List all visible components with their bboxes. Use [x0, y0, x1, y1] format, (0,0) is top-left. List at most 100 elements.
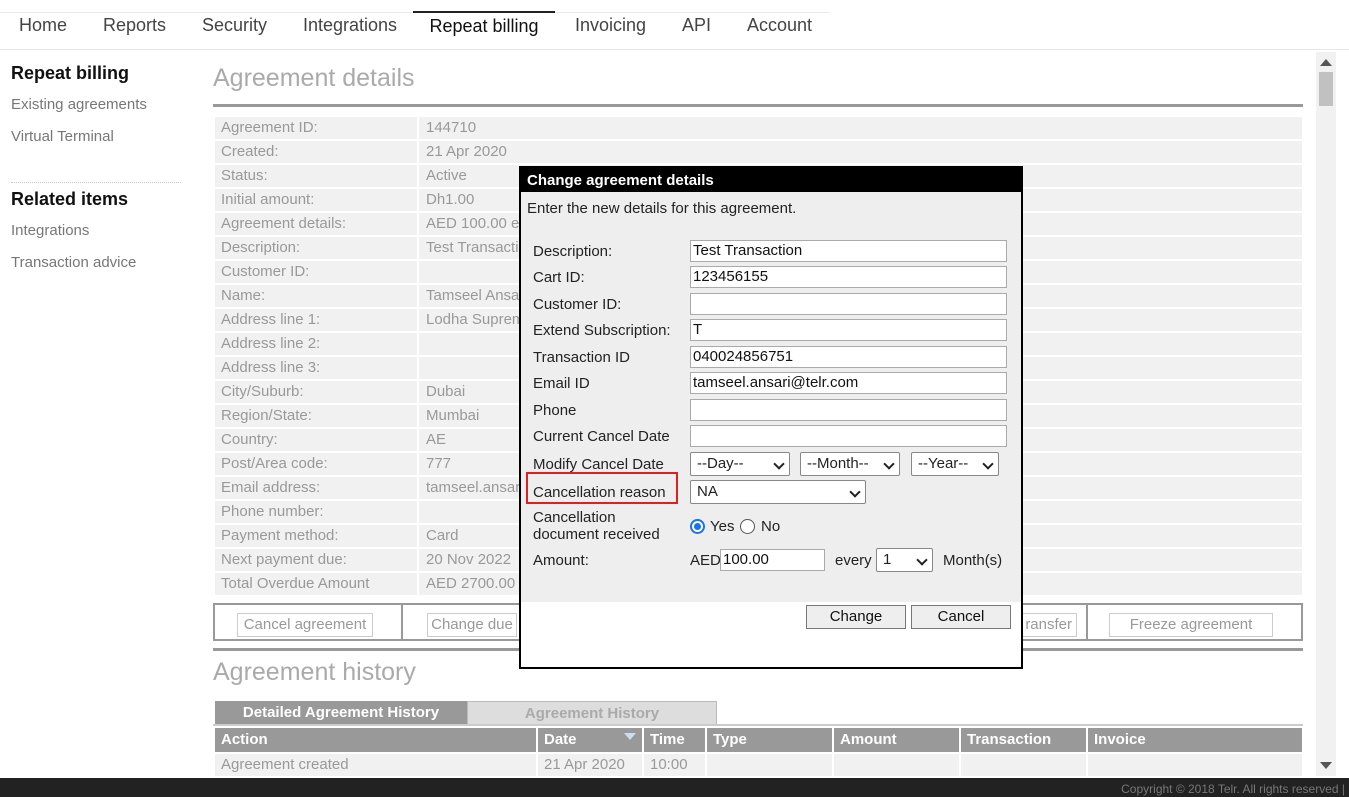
cancellation-reason-label: Cancellation reason — [533, 484, 666, 501]
page-scrollbar[interactable] — [1316, 52, 1336, 776]
cancellation-document-label-2: document received — [533, 526, 660, 543]
day-select[interactable]: --Day-- — [690, 452, 790, 476]
tab-repeat-billing[interactable]: Repeat billing — [413, 11, 555, 48]
chevron-down-icon — [773, 458, 785, 470]
detail-label: City/Suburb: — [215, 381, 417, 403]
detail-row: Agreement ID: 144710 — [215, 117, 1302, 139]
detail-label: Initial amount: — [215, 189, 417, 211]
email-id-label: Email ID — [533, 375, 590, 392]
cart-id-field[interactable]: 123456155 — [690, 266, 1007, 288]
extend-subscription-field[interactable]: T — [690, 319, 1007, 341]
current-cancel-date-field[interactable] — [690, 425, 1007, 447]
currency-label: AED — [690, 552, 721, 569]
customer-id-label: Customer ID: — [533, 296, 622, 313]
transaction-id-field[interactable]: 040024856751 — [690, 346, 1007, 368]
sidebar-item-existing-agreements[interactable]: Existing agreements — [11, 96, 147, 113]
column-header-date[interactable]: Date — [538, 728, 642, 752]
extend-subscription-label: Extend Subscription: — [533, 322, 671, 339]
customer-id-field[interactable] — [690, 293, 1007, 315]
yes-radio[interactable] — [690, 519, 705, 534]
chevron-down-icon — [916, 554, 928, 566]
column-header-invoice[interactable]: Invoice — [1088, 728, 1302, 752]
freeze-agreement-button[interactable]: Freeze agreement — [1109, 613, 1273, 637]
column-header-date-label: Date — [544, 731, 577, 748]
detail-label: Total Overdue Amount — [215, 573, 417, 595]
footer: Copyright © 2018 Telr. All rights reserv… — [0, 778, 1349, 797]
detail-value: 21 Apr 2020 — [419, 141, 1302, 163]
actions-separator — [1086, 605, 1088, 639]
no-radio-label: No — [761, 518, 781, 535]
cancel-button[interactable]: Cancel — [911, 605, 1011, 629]
history-cell-transaction — [961, 754, 1086, 776]
phone-field[interactable] — [690, 399, 1007, 421]
description-label: Description: — [533, 243, 613, 260]
detail-label: Name: — [215, 285, 417, 307]
tab-security[interactable]: Security — [202, 13, 267, 50]
tab-integrations[interactable]: Integrations — [303, 13, 397, 50]
amount-field[interactable]: 100.00 — [720, 549, 825, 571]
change-agreement-dialog: Change agreement details Enter the new d… — [519, 166, 1023, 669]
every-label: every — [835, 552, 872, 569]
transfer-button[interactable]: ransfer — [1021, 613, 1077, 637]
sort-desc-icon — [624, 733, 636, 740]
month-select[interactable]: --Month-- — [800, 452, 900, 476]
scroll-up-icon[interactable] — [1320, 59, 1332, 66]
history-title: Agreement history — [213, 658, 416, 686]
column-header-type[interactable]: Type — [707, 728, 832, 752]
dialog-intro: Enter the new details for this agreement… — [527, 200, 797, 217]
tab-home[interactable]: Home — [19, 13, 67, 50]
detail-label: Created: — [215, 141, 417, 163]
detail-label: Description: — [215, 237, 417, 259]
history-cell-date: 21 Apr 2020 — [538, 754, 642, 776]
cancellation-reason-select[interactable]: NA — [690, 480, 866, 504]
cancel-agreement-button[interactable]: Cancel agreement — [237, 613, 373, 637]
detail-value: 144710 — [419, 117, 1302, 139]
change-button[interactable]: Change — [806, 605, 906, 629]
transaction-id-label: Transaction ID — [533, 349, 630, 366]
title-rule — [213, 104, 1303, 107]
detail-label: Email address: — [215, 477, 417, 499]
change-due-button[interactable]: Change due — [427, 613, 517, 637]
detail-row: Created: 21 Apr 2020 — [215, 141, 1302, 163]
cancellation-reason-value: NA — [697, 483, 718, 500]
sidebar-item-integrations[interactable]: Integrations — [11, 222, 89, 239]
chevron-down-icon — [982, 458, 994, 470]
modify-cancel-date-label: Modify Cancel Date — [533, 456, 664, 473]
year-select[interactable]: --Year-- — [911, 452, 999, 476]
interval-select-value: 1 — [883, 551, 892, 568]
sidebar-item-transaction-advice[interactable]: Transaction advice — [11, 254, 136, 271]
history-cell-amount — [834, 754, 959, 776]
scrollbar-thumb[interactable] — [1319, 72, 1333, 106]
interval-select[interactable]: 1 — [876, 548, 933, 572]
top-navigation: Home Reports Security Integrations Repea… — [0, 0, 1349, 50]
detail-label: Phone number: — [215, 501, 417, 523]
tab-agreement-history[interactable]: Agreement History — [467, 701, 717, 725]
detail-label: Country: — [215, 429, 417, 451]
sidebar-divider — [11, 182, 181, 183]
copyright-text: Copyright © 2018 Telr. All rights reserv… — [1121, 782, 1345, 796]
no-radio[interactable] — [740, 519, 755, 534]
dialog-body: Enter the new details for this agreement… — [521, 192, 1021, 602]
tab-account[interactable]: Account — [747, 13, 812, 50]
description-field[interactable]: Test Transaction — [690, 240, 1007, 262]
phone-label: Phone — [533, 402, 577, 419]
detail-label: Payment method: — [215, 525, 417, 547]
email-field[interactable]: tamseel.ansari@telr.com — [690, 372, 1007, 394]
detail-label: Address line 1: — [215, 309, 417, 331]
tab-detailed-agreement-history[interactable]: Detailed Agreement History — [215, 701, 467, 725]
scroll-down-icon[interactable] — [1320, 762, 1332, 769]
column-header-action[interactable]: Action — [215, 728, 536, 752]
dialog-title: Change agreement details — [521, 168, 1021, 192]
tab-invoicing[interactable]: Invoicing — [575, 13, 646, 50]
sidebar-item-virtual-terminal[interactable]: Virtual Terminal — [11, 128, 114, 145]
tab-reports[interactable]: Reports — [103, 13, 166, 50]
column-header-amount[interactable]: Amount — [834, 728, 959, 752]
detail-label: Agreement ID: — [215, 117, 417, 139]
day-select-value: --Day-- — [697, 455, 744, 472]
detail-label: Region/State: — [215, 405, 417, 427]
column-header-transaction[interactable]: Transaction — [961, 728, 1086, 752]
column-header-time[interactable]: Time — [644, 728, 705, 752]
detail-label: Status: — [215, 165, 417, 187]
history-tab-line — [213, 724, 1303, 726]
tab-api[interactable]: API — [682, 13, 711, 50]
